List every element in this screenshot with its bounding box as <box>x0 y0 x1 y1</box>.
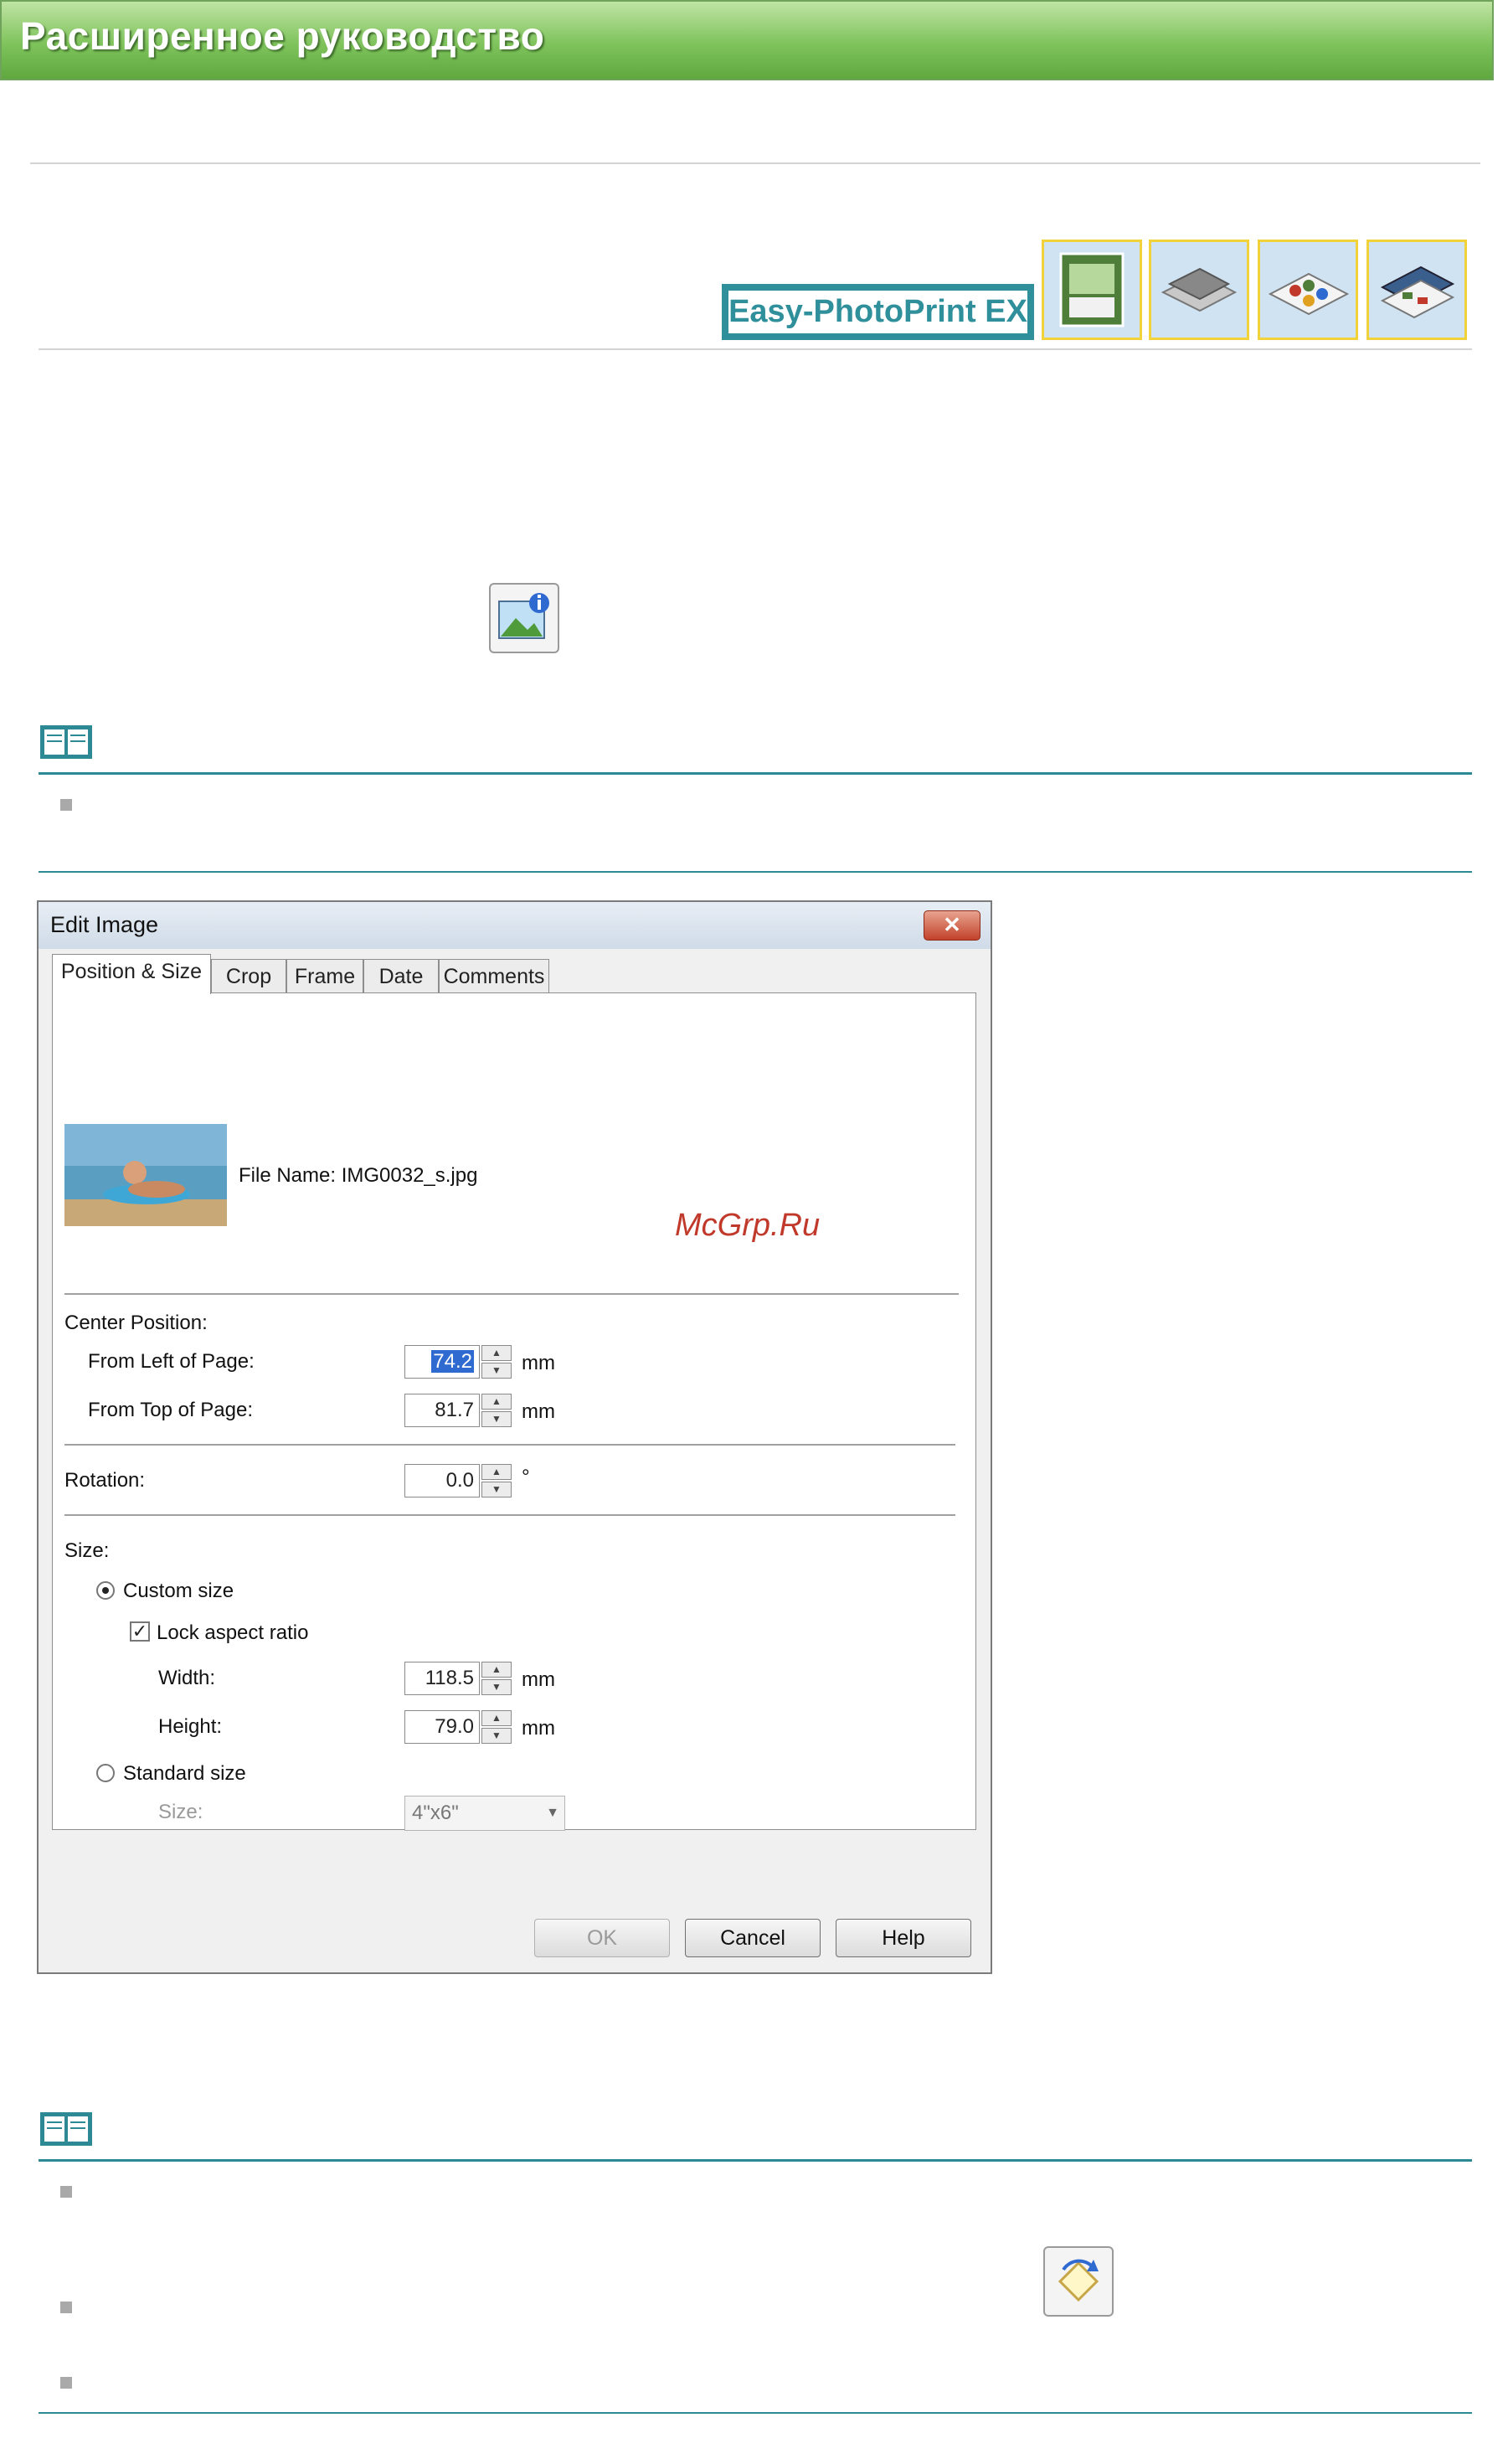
spin-up-icon[interactable]: ▲ <box>481 1662 512 1678</box>
tab-comments[interactable]: Comments <box>439 959 549 992</box>
stickers-icon[interactable] <box>1258 240 1358 340</box>
spin-down-icon[interactable]: ▼ <box>481 1679 512 1695</box>
bullet-icon <box>60 2186 72 2198</box>
std-size-value: 4"x6" <box>412 1802 459 1824</box>
size-label: Size: <box>64 1539 110 1562</box>
file-name-label: File Name: IMG0032_s.jpg <box>239 1164 478 1187</box>
spin-up-icon[interactable]: ▲ <box>481 1394 512 1410</box>
unit-mm: mm <box>522 1400 555 1423</box>
width-stepper[interactable]: 118.5 ▲ ▼ <box>404 1662 513 1695</box>
note-book-icon <box>39 722 94 762</box>
from-top-label: From Top of Page: <box>88 1399 253 1421</box>
custom-size-radio[interactable] <box>96 1581 115 1600</box>
chevron-down-icon: ▼ <box>546 1806 559 1820</box>
watermark: McGrp.Ru <box>675 1208 821 1243</box>
from-left-label: From Left of Page: <box>88 1350 255 1373</box>
photo-thumbnail <box>64 1124 227 1226</box>
standard-size-radio[interactable] <box>96 1764 115 1782</box>
tab-crop[interactable]: Crop <box>211 959 286 992</box>
rotation-stepper[interactable]: 0.0 ▲ ▼ <box>404 1464 513 1497</box>
calendar-layout-icon[interactable] <box>1366 240 1467 340</box>
album-icon[interactable] <box>1042 240 1142 340</box>
height-stepper[interactable]: 79.0 ▲ ▼ <box>404 1710 513 1744</box>
spin-down-icon[interactable]: ▼ <box>481 1728 512 1744</box>
dialog-titlebar: Edit Image ✕ <box>39 902 991 949</box>
note-divider <box>39 772 1472 775</box>
unit-degree: ° <box>522 1466 530 1488</box>
page-banner: Расширенное руководство <box>0 0 1494 80</box>
std-size-select[interactable]: 4"x6" ▼ <box>404 1796 565 1831</box>
edit-image-dialog: Edit Image ✕ Position & Size Crop Frame … <box>37 900 992 1974</box>
bullet-icon <box>60 799 72 811</box>
tab-position-size[interactable]: Position & Size <box>52 954 211 994</box>
close-button[interactable]: ✕ <box>924 910 980 941</box>
ok-button[interactable]: OK <box>534 1919 670 1957</box>
bullet-icon <box>60 2302 72 2313</box>
width-label: Width: <box>158 1667 216 1689</box>
divider <box>39 348 1472 350</box>
std-size-label: Size: <box>158 1801 203 1823</box>
from-top-stepper[interactable]: 81.7 ▲ ▼ <box>404 1394 513 1427</box>
separator <box>64 1514 955 1516</box>
custom-size-label: Custom size <box>123 1580 234 1602</box>
note-divider <box>39 871 1472 873</box>
separator <box>64 1293 959 1295</box>
lock-aspect-label: Lock aspect ratio <box>157 1621 309 1644</box>
height-label: Height: <box>158 1715 223 1738</box>
spin-up-icon[interactable]: ▲ <box>481 1464 512 1480</box>
from-left-input[interactable]: 74.2 <box>404 1345 480 1379</box>
spin-up-icon[interactable]: ▲ <box>481 1710 512 1726</box>
note-book-icon <box>39 2109 94 2149</box>
spin-up-icon[interactable]: ▲ <box>481 1345 512 1361</box>
bullet-icon <box>60 2377 72 2389</box>
unit-mm: mm <box>522 1352 555 1374</box>
banner-title: Расширенное руководство <box>20 14 545 58</box>
rotate-icon[interactable] <box>1043 2246 1114 2317</box>
help-button[interactable]: Help <box>836 1919 971 1957</box>
divider <box>30 162 1480 164</box>
width-input[interactable]: 118.5 <box>404 1662 480 1695</box>
tab-date[interactable]: Date <box>363 959 439 992</box>
unit-mm: mm <box>522 1717 555 1740</box>
height-input[interactable]: 79.0 <box>404 1710 480 1744</box>
rotation-input[interactable]: 0.0 <box>404 1464 480 1497</box>
position-size-panel: File Name: IMG0032_s.jpg Center Position… <box>52 992 976 1831</box>
image-info-icon[interactable] <box>489 583 559 653</box>
from-left-stepper[interactable]: 74.2 ▲ ▼ <box>404 1345 513 1379</box>
photo-layout-icon[interactable] <box>1149 240 1249 340</box>
product-logo: Easy-PhotoPrint EX <box>722 284 1034 340</box>
rotation-label: Rotation: <box>64 1469 146 1492</box>
cancel-button[interactable]: Cancel <box>685 1919 821 1957</box>
note-divider <box>39 2412 1472 2414</box>
spin-down-icon[interactable]: ▼ <box>481 1411 512 1427</box>
note-divider <box>39 2159 1472 2162</box>
tab-frame[interactable]: Frame <box>286 959 363 992</box>
lock-aspect-checkbox[interactable]: ✓ <box>130 1621 150 1642</box>
unit-mm: mm <box>522 1668 555 1691</box>
standard-size-label: Standard size <box>123 1762 246 1785</box>
from-top-input[interactable]: 81.7 <box>404 1394 480 1427</box>
separator <box>64 1444 955 1446</box>
spin-down-icon[interactable]: ▼ <box>481 1363 512 1379</box>
from-left-value: 74.2 <box>431 1350 474 1373</box>
product-logo-text: Easy-PhotoPrint EX <box>728 290 1028 334</box>
center-position-label: Center Position: <box>64 1312 208 1334</box>
dialog-title: Edit Image <box>50 912 159 937</box>
spin-down-icon[interactable]: ▼ <box>481 1482 512 1497</box>
